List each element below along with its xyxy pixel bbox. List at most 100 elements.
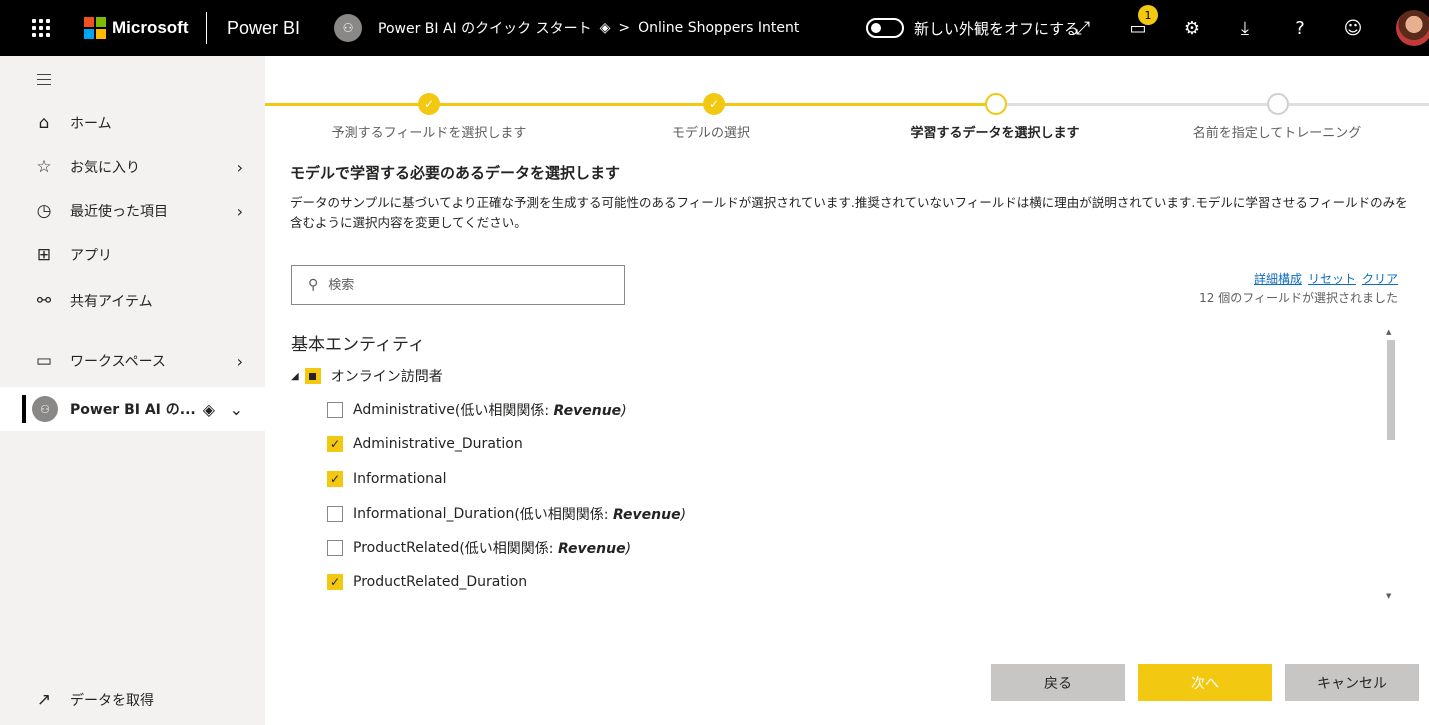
entity-name: オンライン訪問者 (330, 369, 443, 385)
toggle-switch[interactable] (866, 18, 904, 38)
step-4-future-dot (1267, 93, 1289, 115)
sidebar-item-label: ワークスペース (70, 354, 166, 370)
entity-row[interactable]: ◢ オンライン訪問者 (291, 364, 443, 388)
sidebar-item-recent[interactable]: ◷ 最近使った項目 › (0, 189, 265, 233)
sidebar-item-label: ホーム (70, 116, 112, 132)
chevron-right-icon: › (236, 201, 243, 221)
field-name: Informational (353, 471, 447, 487)
field-row[interactable]: Informational_Duration (低い相関関係: Revenue) (327, 500, 686, 528)
scroll-down-icon[interactable]: ▼ (1386, 592, 1391, 600)
breadcrumb-dataset[interactable]: Online Shoppers Intent (638, 20, 799, 36)
field-row[interactable]: ✓ Administrative_Duration (327, 430, 523, 458)
sidebar-item-label: Power BI AI の... (70, 402, 196, 418)
toggle-label: 新しい外観をオフにする (914, 19, 1080, 38)
reason-field: Revenue (557, 541, 626, 557)
field-row[interactable]: ✓ Informational (327, 465, 447, 493)
field-name: Administrative (353, 402, 455, 418)
entity-section-title: 基本エンティティ (291, 335, 425, 355)
breadcrumb: Power BI AI のクイック スタート ◈ > Online Shoppe… (378, 0, 799, 56)
nav-collapse-icon[interactable] (37, 74, 51, 89)
expand-icon[interactable]: ⤢ (1069, 0, 1097, 56)
field-list-scrollbar[interactable]: ▲ ▼ (1384, 328, 1398, 602)
sidebar-item-workspaces[interactable]: ▭ ワークスペース › (0, 339, 265, 383)
field-checkbox[interactable] (327, 402, 343, 418)
collapse-triangle-icon[interactable]: ◢ (291, 371, 299, 382)
chevron-right-icon: › (236, 351, 243, 371)
workspace-avatar-icon: ⚇ (334, 14, 362, 42)
step-2-check-icon: ✓ (703, 93, 725, 115)
shared-icon: ⚯ (36, 291, 52, 311)
search-icon: ⚲ (308, 277, 319, 293)
brand-name: Microsoft (112, 18, 189, 37)
sidebar-item-shared[interactable]: ⚯ 共有アイテム (0, 279, 265, 323)
get-data-label: データを取得 (70, 693, 154, 709)
app-name[interactable]: Power BI (227, 0, 300, 56)
field-name: Informational_Duration (353, 506, 515, 522)
home-icon: ⌂ (38, 113, 50, 133)
field-checkbox[interactable]: ✓ (327, 574, 343, 590)
reset-link[interactable]: リセット (1308, 272, 1356, 286)
stepper-progress-current (714, 103, 996, 106)
step-3-label: 学習するデータを選択します (910, 126, 1080, 141)
microsoft-logo[interactable]: Microsoft (84, 0, 189, 56)
field-name: Administrative_Duration (353, 436, 523, 452)
field-checkbox[interactable] (327, 506, 343, 522)
breadcrumb-workspace[interactable]: Power BI AI のクイック スタート (378, 18, 592, 38)
advanced-config-link[interactable]: 詳細構成 (1254, 272, 1302, 286)
chevron-down-icon: ⌄ (229, 399, 243, 419)
help-icon[interactable]: ? (1286, 0, 1314, 56)
breadcrumb-separator: > (618, 20, 631, 36)
clear-link[interactable]: クリア (1362, 272, 1398, 286)
field-name: ProductRelated (353, 540, 460, 556)
sidebar-item-apps[interactable]: ⊞ アプリ (0, 233, 265, 277)
workspace-icon: ⚇ (32, 396, 58, 422)
cancel-button[interactable]: キャンセル (1285, 664, 1419, 701)
download-icon[interactable]: ⤓ (1231, 0, 1259, 56)
field-row[interactable]: ✓ ProductRelated_Duration (327, 568, 527, 596)
scroll-up-icon[interactable]: ▲ (1386, 328, 1391, 336)
sidebar-item-favorites[interactable]: ☆ お気に入り › (0, 145, 265, 189)
search-input[interactable] (328, 277, 609, 293)
page-description: データのサンプルに基づいてより正確な予測を生成する可能性のあるフィールドが選択さ… (290, 195, 1408, 230)
step-1-label: 予測するフィールドを選択します (331, 126, 527, 141)
back-button[interactable]: 戻る (991, 664, 1125, 701)
step-3-current-dot (985, 93, 1007, 115)
chevron-right-icon: › (236, 157, 243, 177)
reason-field: Revenue (553, 403, 622, 419)
sidebar-item-home[interactable]: ⌂ ホーム (0, 101, 265, 145)
partial-checkbox[interactable] (304, 368, 321, 384)
sidebar: ⌂ ホーム ☆ お気に入り › ◷ 最近使った項目 › ⊞ アプリ ⚯ 共有アイ… (0, 56, 265, 725)
field-row[interactable]: ProductRelated (低い相関関係: Revenue) (327, 534, 631, 562)
settings-icon[interactable]: ⚙ (1178, 0, 1206, 56)
microsoft-logo-icon (84, 17, 106, 39)
field-checkbox[interactable] (327, 540, 343, 556)
selected-count: 12 個のフィールドが選択されました (1199, 291, 1398, 305)
sidebar-item-label: お気に入り (70, 160, 140, 176)
stepper-progress-remaining (996, 103, 1429, 106)
field-row[interactable]: Administrative (低い相関関係: Revenue) (327, 396, 627, 424)
stepper-progress-done (265, 103, 714, 106)
workspaces-icon: ▭ (35, 351, 53, 371)
user-avatar[interactable] (1396, 10, 1429, 46)
scroll-thumb[interactable] (1387, 340, 1395, 440)
apps-icon: ⊞ (36, 245, 52, 265)
app-launcher-button[interactable] (30, 0, 52, 56)
reason-field: Revenue (612, 507, 681, 523)
page-title: モデルで学習する必要のあるデータを選択します (290, 164, 621, 182)
field-checkbox[interactable]: ✓ (327, 471, 343, 487)
waffle-icon (32, 19, 50, 37)
field-checkbox[interactable]: ✓ (327, 436, 343, 452)
premium-diamond-icon: ◈ (202, 399, 215, 419)
feedback-smiley-icon[interactable]: ☺ (1339, 0, 1367, 56)
search-box[interactable]: ⚲ (291, 265, 625, 305)
premium-diamond-icon: ◈ (599, 20, 611, 36)
sidebar-item-current-workspace[interactable]: ⚇ Power BI AI の... ◈ ⌄ (0, 387, 265, 431)
divider (206, 12, 207, 44)
sidebar-item-label: 共有アイテム (70, 294, 153, 310)
get-data-button[interactable]: ↗ データを取得 (0, 680, 154, 720)
new-look-toggle[interactable]: 新しい外観をオフにする (866, 0, 1079, 56)
sidebar-item-label: アプリ (70, 248, 112, 264)
next-button[interactable]: 次へ (1138, 664, 1272, 701)
field-actions: 詳細構成 リセット クリア 12 個のフィールドが選択されました (1199, 270, 1398, 306)
field-reason: (低い相関関係: Revenue) (454, 403, 627, 419)
